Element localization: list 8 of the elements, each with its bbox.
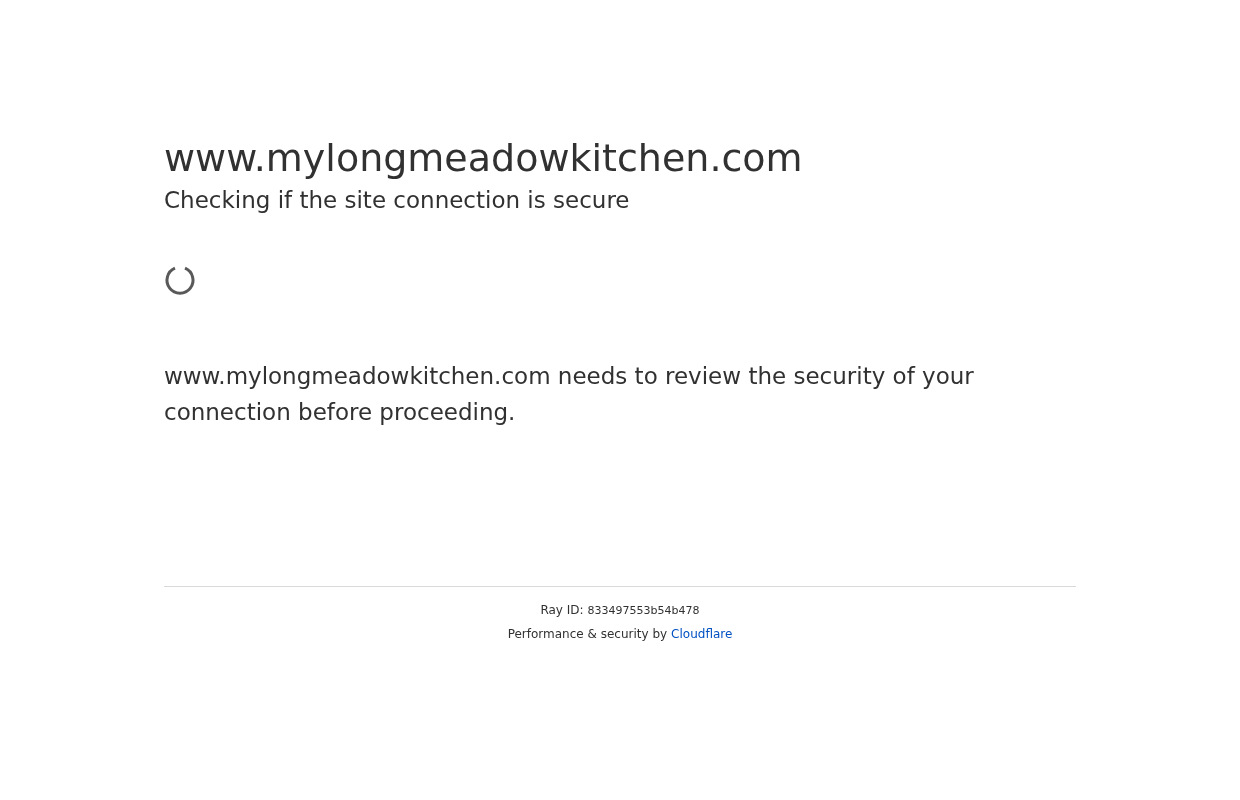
- status-subheading: Checking if the site connection is secure: [164, 186, 631, 215]
- site-heading: www.mylongmeadowkitchen.com: [164, 136, 804, 180]
- ray-id-label: Ray ID:: [540, 603, 584, 617]
- spinner-icon: [164, 264, 196, 296]
- cloudflare-link[interactable]: Cloudflare: [671, 627, 733, 641]
- performance-text: Performance & security by: [507, 627, 668, 641]
- security-message: www.mylongmeadowkitchen.com needs to review the security of your connection before proceeding.: [164, 362, 975, 427]
- ray-id-value: 833497553b54b478: [587, 604, 700, 617]
